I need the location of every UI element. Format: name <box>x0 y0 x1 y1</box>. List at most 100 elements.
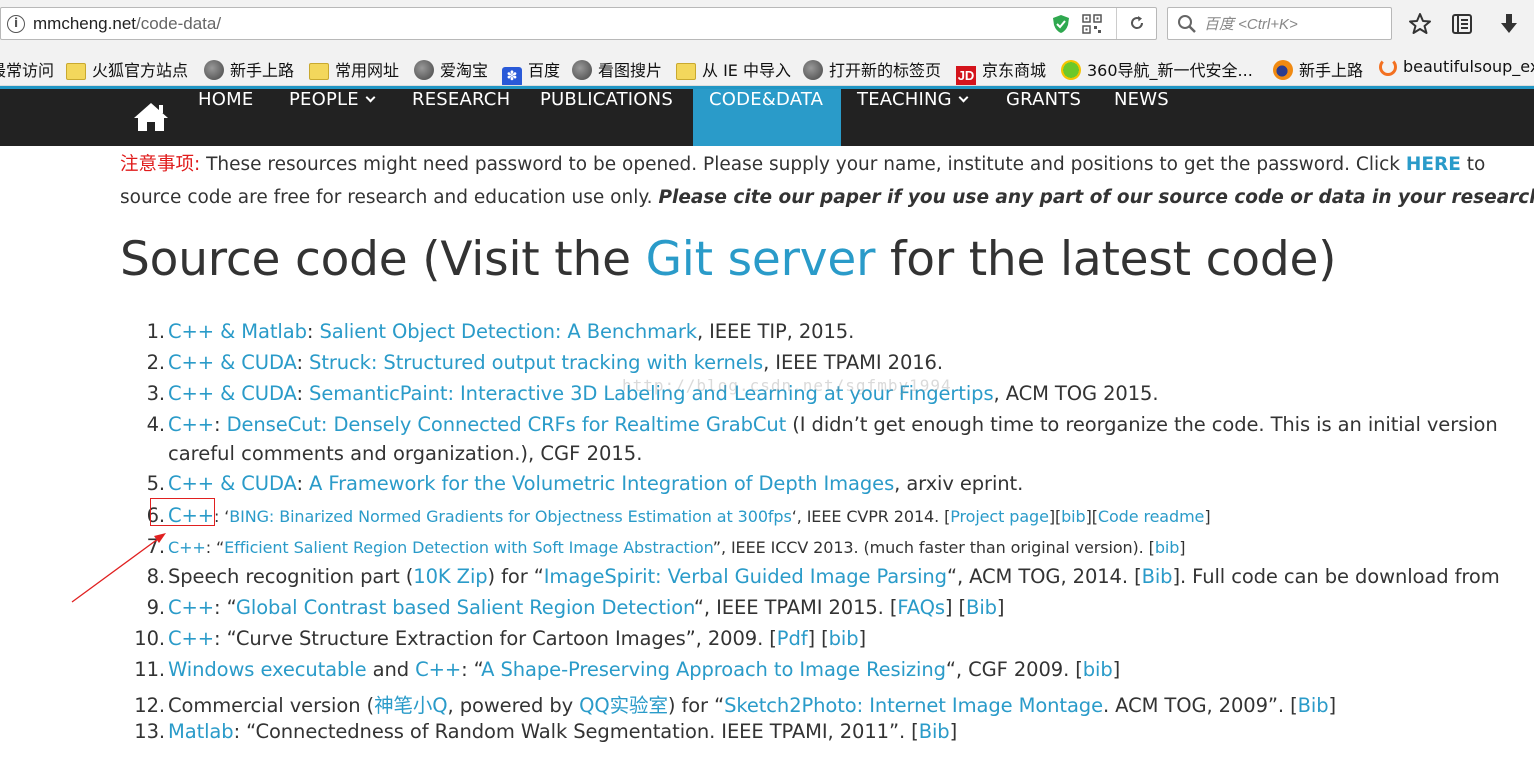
bookmark-item[interactable]: 火狐官方站点 <box>66 57 188 80</box>
list-item: 10. C++: “Curve Structure Extraction for … <box>0 627 866 650</box>
bookmark-label: 360导航_新一代安全... <box>1087 61 1253 80</box>
security-shield-icon[interactable] <box>1052 14 1070 34</box>
nav-teaching[interactable]: TEACHING <box>841 89 983 146</box>
nav-grants[interactable]: GRANTS <box>990 89 1097 146</box>
code-link[interactable]: C++ & CUDA <box>168 472 297 495</box>
list-item: 3. C++ & CUDA: SemanticPaint: Interactive… <box>0 382 1159 405</box>
bookmark-item[interactable]: 常用网址 <box>309 57 399 80</box>
item-text: ] <box>1328 694 1337 717</box>
paper-link[interactable]: Sketch2Photo: Internet Image Montage <box>724 694 1103 717</box>
address-bar[interactable]: i mmcheng.net/code-data/ <box>0 7 1157 40</box>
code-link[interactable]: C++ & CUDA <box>168 382 297 405</box>
item-text: ] [ <box>807 627 829 650</box>
bookmark-item[interactable]: 打开新的标签页 <box>803 57 942 80</box>
nav-publications[interactable]: PUBLICATIONS <box>524 89 689 146</box>
bookmark-label: 打开新的标签页 <box>829 61 942 80</box>
item-text: “, IEEE TPAMI 2015. [ <box>693 596 898 619</box>
bib-link[interactable]: bib <box>1061 507 1086 526</box>
bookmark-item[interactable]: 看图搜片 <box>572 57 662 80</box>
list-number: 2. <box>146 351 166 374</box>
paper-link[interactable]: A Framework for the Volumetric Integrati… <box>309 472 894 495</box>
project-page-link[interactable]: Project page <box>950 507 1049 526</box>
bib-link[interactable]: Bib <box>966 596 997 619</box>
paper-link[interactable]: Salient Object Detection: A Benchmark <box>319 320 697 343</box>
jd-icon: JD <box>956 66 976 85</box>
bookmark-item[interactable]: 新手上路 <box>204 57 295 80</box>
bib-link[interactable]: Bib <box>919 720 950 743</box>
nav-news[interactable]: NEWS <box>1098 89 1185 146</box>
bookmark-item[interactable]: 最常访问 <box>0 57 54 80</box>
bookmark-item[interactable]: JD 京东商城 <box>956 57 1046 85</box>
code-link[interactable]: Matlab <box>168 720 234 743</box>
list-item: 2. C++ & CUDA: Struck: Structured output … <box>0 351 943 374</box>
paper-link[interactable]: A Shape-Preserving Approach to Image Res… <box>481 658 946 681</box>
paper-link[interactable]: Struck: Structured output tracking with … <box>309 351 763 374</box>
home-icon[interactable] <box>132 101 170 133</box>
paper-link[interactable]: DenseCut: Densely Connected CRFs for Rea… <box>227 413 787 436</box>
nav-research[interactable]: RESEARCH <box>396 89 526 146</box>
code-link[interactable]: C++ & Matlab <box>168 320 307 343</box>
code-link[interactable]: C++ <box>168 413 214 436</box>
reading-list-icon[interactable] <box>1450 12 1474 36</box>
qr-code-icon[interactable] <box>1082 14 1102 34</box>
list-number: 4. <box>146 413 166 436</box>
paper-link[interactable]: BING: Binarized Normed Gradients for Obj… <box>229 507 792 526</box>
item-text: : <box>214 413 227 436</box>
here-link[interactable]: HERE <box>1406 154 1461 175</box>
list-item: 5. C++ & CUDA: A Framework for the Volume… <box>0 472 1024 495</box>
search-input[interactable] <box>1204 12 1384 36</box>
lab-link[interactable]: QQ实验室 <box>579 694 668 717</box>
git-server-link[interactable]: Git server <box>646 232 876 287</box>
code-link[interactable]: C++ <box>415 658 461 681</box>
url-host: mmcheng.net <box>33 14 136 33</box>
bib-link[interactable]: Bib <box>1142 565 1173 588</box>
code-link[interactable]: C++ & CUDA <box>168 351 297 374</box>
bookmark-item[interactable]: 爱淘宝 <box>414 57 488 80</box>
download-arrow-icon[interactable] <box>1497 12 1521 36</box>
bookmark-item[interactable]: ✽ 百度 <box>502 57 560 85</box>
bookmark-label: 从 IE 中导入 <box>702 61 792 80</box>
bib-link[interactable]: Bib <box>1298 694 1329 717</box>
page-info-icon[interactable]: i <box>7 15 25 33</box>
browser-toolbar: i mmcheng.net/code-data/ <box>0 0 1534 48</box>
nav-code-data[interactable]: CODE&DATA <box>693 89 841 146</box>
bib-link[interactable]: bib <box>829 627 859 650</box>
nav-people[interactable]: PEOPLE <box>273 89 390 146</box>
bookmark-star-icon[interactable] <box>1408 12 1432 36</box>
faqs-link[interactable]: FAQs <box>897 596 945 619</box>
cite-notice: Please cite our paper if you use any par… <box>658 187 1534 208</box>
url-text[interactable]: mmcheng.net/code-data/ <box>33 14 221 34</box>
paper-link[interactable]: Efficient Salient Region Detection with … <box>224 538 713 557</box>
bookmark-item[interactable]: 从 IE 中导入 <box>676 57 792 80</box>
list-number: 1. <box>146 320 166 343</box>
zip-link[interactable]: 10K Zip <box>413 565 487 588</box>
firefox-icon <box>1273 60 1293 80</box>
search-box[interactable] <box>1167 7 1392 40</box>
globe-icon <box>204 60 224 80</box>
item-text: : “Curve Structure Extraction for Cartoo… <box>214 627 777 650</box>
paper-link[interactable]: ImageSpirit: Verbal Guided Image Parsing <box>544 565 947 588</box>
bookmark-item[interactable]: beautifulsoup_ex <box>1379 57 1534 79</box>
notice-label: 注意事项: <box>120 154 201 175</box>
nav-home-label: HOME <box>198 89 254 110</box>
nav-home[interactable]: HOME <box>182 89 269 146</box>
item-text: ] <box>858 627 866 650</box>
bookmark-label: 新手上路 <box>230 61 295 80</box>
executable-link[interactable]: Windows executable <box>168 658 367 681</box>
folder-icon <box>66 63 86 80</box>
pdf-link[interactable]: Pdf <box>777 627 808 650</box>
bib-link[interactable]: bib <box>1155 538 1180 557</box>
list-number: 13. <box>134 720 165 743</box>
nav-research-label: RESEARCH <box>412 89 511 110</box>
paper-link[interactable]: Global Contrast based Salient Region Det… <box>236 596 694 619</box>
reload-button[interactable] <box>1116 8 1156 39</box>
list-number: 10. <box>134 627 165 650</box>
code-link[interactable]: C++ <box>168 627 214 650</box>
bookmark-item[interactable]: 360导航_新一代安全... <box>1061 57 1253 80</box>
product-link[interactable]: 神笔小Q <box>374 694 448 717</box>
item-text: : “ <box>205 538 225 557</box>
notice-text: These resources might need password to b… <box>200 154 1406 175</box>
code-readme-link[interactable]: Code readme <box>1098 507 1205 526</box>
bookmark-item[interactable]: 新手上路 <box>1273 57 1363 80</box>
bib-link[interactable]: bib <box>1083 658 1113 681</box>
